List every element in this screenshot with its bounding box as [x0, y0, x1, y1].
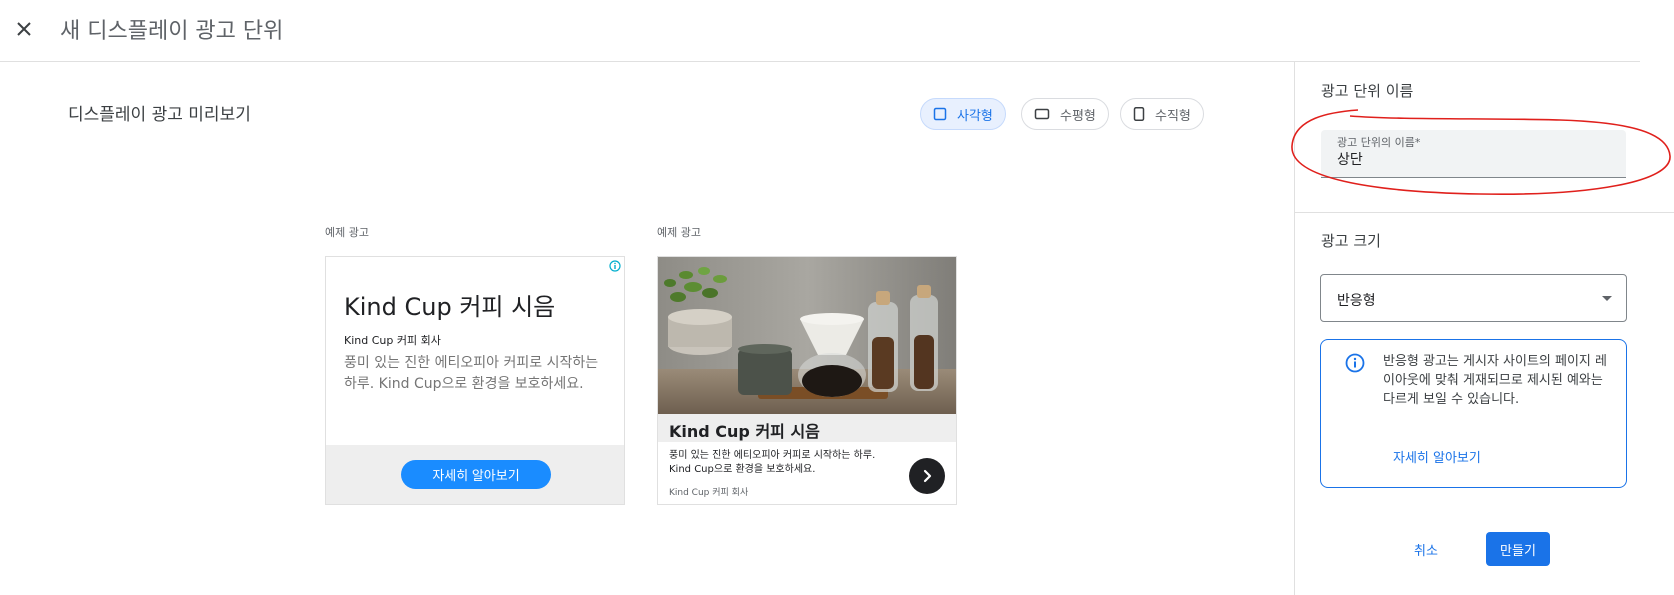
shape-option-vertical[interactable]: 수직형 [1120, 98, 1204, 130]
learn-more-button[interactable]: 자세히 알아보기 [401, 460, 551, 489]
chevron-right-icon [923, 469, 932, 483]
image-ad-preview: Kind Cup 커피 시음 풍미 있는 진한 에티오피아 커피로 시작하는 하… [657, 256, 957, 505]
ad-company: Kind Cup 커피 회사 [344, 334, 441, 347]
example-ad-label: 예제 광고 [657, 226, 701, 239]
preview-area: 디스플레이 광고 미리보기 사각형 수평형 수직형 예제 광고 예제 광고 Ki… [0, 62, 1294, 595]
dropdown-arrow-icon [1602, 296, 1612, 301]
settings-panel: 광고 단위 이름 광고 단위의 이름* 광고 크기 반응형 반응형 광고는 게시… [1294, 62, 1674, 595]
ad-title-bar: Kind Cup 커피 시음 [658, 414, 956, 442]
ad-unit-name-label: 광고 단위의 이름* [1337, 136, 1421, 149]
ad-unit-name-field[interactable]: 광고 단위의 이름* [1321, 130, 1626, 178]
responsive-info-text: 반응형 광고는 게시자 사이트의 페이지 레이아웃에 맞춰 게재되므로 제시된 … [1383, 354, 1607, 407]
close-icon [17, 22, 31, 36]
responsive-info-box: 반응형 광고는 게시자 사이트의 페이지 레이아웃에 맞춰 게재되므로 제시된 … [1320, 339, 1627, 488]
ad-size-select[interactable]: 반응형 [1320, 274, 1627, 322]
preview-title: 디스플레이 광고 미리보기 [68, 105, 251, 125]
example-ad-label: 예제 광고 [325, 226, 369, 239]
create-button[interactable]: 만들기 [1486, 532, 1550, 566]
square-icon [933, 107, 947, 121]
ad-company: Kind Cup 커피 회사 [669, 488, 749, 498]
shape-option-square[interactable]: 사각형 [920, 98, 1006, 130]
ad-footer: 자세히 알아보기 [326, 445, 624, 504]
ad-description: 풍미 있는 진한 에티오피아 커피로 시작하는 하루. Kind Cup으로 환… [669, 450, 876, 475]
coffee-photo [658, 257, 956, 414]
learn-more-link[interactable]: 자세히 알아보기 [1393, 447, 1481, 466]
close-button[interactable] [12, 17, 36, 41]
top-bar: 새 디스플레이 광고 단위 [0, 0, 1640, 62]
shape-option-label: 수평형 [1060, 108, 1096, 124]
page-title: 새 디스플레이 광고 단위 [60, 19, 284, 44]
shape-option-label: 수직형 [1155, 108, 1191, 124]
ad-next-button[interactable] [909, 458, 945, 494]
ad-description: 풍미 있는 진한 에티오피아 커피로 시작하는 하루. Kind Cup으로 환… [344, 355, 599, 392]
shape-option-horizontal[interactable]: 수평형 [1021, 98, 1109, 130]
adchoices-info-icon[interactable] [609, 260, 621, 272]
ad-unit-name-title: 광고 단위 이름 [1321, 82, 1414, 100]
cancel-button[interactable]: 취소 [1401, 532, 1451, 566]
square-ad-preview: Kind Cup 커피 시음 Kind Cup 커피 회사 풍미 있는 진한 에… [325, 256, 625, 505]
shape-option-label: 사각형 [957, 108, 993, 124]
ad-title: Kind Cup 커피 시음 [669, 422, 820, 441]
horizontal-rect-icon [1034, 108, 1050, 120]
ad-size-title: 광고 크기 [1321, 232, 1381, 250]
ad-size-select-value: 반응형 [1337, 293, 1376, 309]
ad-unit-name-input[interactable] [1337, 151, 1607, 167]
ad-title: Kind Cup 커피 시음 [344, 293, 556, 321]
section-divider [1295, 212, 1674, 213]
info-icon [1345, 353, 1365, 373]
vertical-rect-icon [1133, 107, 1145, 121]
